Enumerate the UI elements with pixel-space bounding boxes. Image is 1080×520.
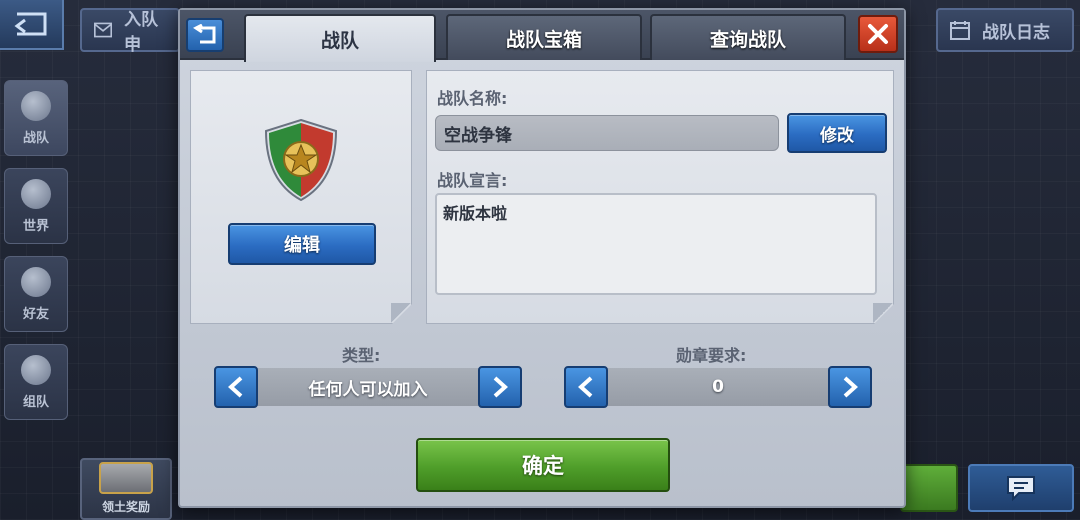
team-name-value: 空战争锋 bbox=[444, 125, 512, 146]
shield-icon bbox=[21, 90, 51, 121]
territory-reward-label: 领土奖励 bbox=[101, 500, 150, 514]
side-nav-team[interactable]: 战队 bbox=[4, 80, 68, 156]
type-prev-button[interactable] bbox=[214, 366, 258, 408]
medal-prev-button[interactable] bbox=[564, 366, 608, 408]
confirm-label: 确定 bbox=[522, 454, 564, 478]
tab-team-chest[interactable]: 战队宝箱 bbox=[446, 14, 642, 60]
team-info-panel: 战队名称: 空战争锋 修改 战队宣言: 新版本啦 bbox=[426, 70, 894, 324]
side-nav-label: 好友 bbox=[22, 306, 49, 322]
side-nav-label: 组队 bbox=[22, 394, 49, 410]
tab-team[interactable]: 战队 bbox=[244, 14, 436, 62]
chest-icon bbox=[99, 462, 153, 494]
type-label: 类型: bbox=[342, 346, 381, 365]
type-value: 任何人可以加入 bbox=[308, 379, 428, 400]
chat-icon bbox=[1007, 476, 1035, 502]
friends-icon bbox=[21, 266, 51, 297]
dialog-back-button[interactable] bbox=[186, 18, 224, 52]
edit-emblem-button[interactable]: 编辑 bbox=[228, 223, 376, 265]
chevron-left-icon bbox=[228, 376, 243, 398]
team-name-field: 空战争锋 bbox=[435, 115, 779, 151]
join-requests-button[interactable]: 入队申 bbox=[80, 8, 180, 55]
team-name-label: 战队名称: bbox=[437, 89, 508, 108]
tab-search-team[interactable]: 查询战队 bbox=[650, 14, 846, 60]
calendar-icon bbox=[950, 21, 970, 40]
panel-fold bbox=[391, 303, 411, 323]
dialog-tab-bar: 战队 战队宝箱 查询战队 bbox=[180, 10, 904, 62]
territory-reward-button[interactable]: 领土奖励 bbox=[80, 458, 172, 520]
medal-label: 勋章要求: bbox=[676, 346, 747, 365]
chevron-right-icon bbox=[843, 376, 858, 398]
side-nav-squad[interactable]: 组队 bbox=[4, 344, 68, 420]
team-declaration-label: 战队宣言: bbox=[437, 171, 508, 190]
modify-name-button[interactable]: 修改 bbox=[787, 113, 887, 153]
join-requests-label: 入队申 bbox=[124, 10, 159, 55]
emoji-button[interactable] bbox=[900, 464, 958, 512]
envelope-icon bbox=[94, 22, 113, 38]
plane-icon bbox=[21, 354, 51, 385]
edit-label: 编辑 bbox=[284, 235, 320, 256]
emblem-panel: 编辑 bbox=[190, 70, 412, 324]
type-value-track: 任何人可以加入 bbox=[254, 368, 482, 406]
star-shield-emblem bbox=[265, 119, 337, 201]
team-log-label: 战队日志 bbox=[982, 22, 1050, 43]
tab-label: 查询战队 bbox=[709, 28, 786, 51]
back-arrow-icon bbox=[193, 24, 216, 44]
modify-label: 修改 bbox=[820, 125, 854, 146]
side-nav-label: 战队 bbox=[22, 130, 49, 146]
type-next-button[interactable] bbox=[478, 366, 522, 408]
team-log-button[interactable]: 战队日志 bbox=[936, 8, 1074, 52]
close-button[interactable] bbox=[858, 15, 898, 53]
medal-value-track: 0 bbox=[604, 368, 832, 406]
chevron-right-icon bbox=[493, 376, 508, 398]
globe-icon bbox=[21, 178, 51, 209]
medal-selector: 0 bbox=[564, 366, 872, 408]
main-back-button[interactable] bbox=[0, 0, 64, 50]
medal-next-button[interactable] bbox=[828, 366, 872, 408]
type-selector: 任何人可以加入 bbox=[214, 366, 522, 408]
back-arrow-icon bbox=[14, 12, 47, 36]
confirm-button[interactable]: 确定 bbox=[416, 438, 670, 492]
team-dialog: 战队 战队宝箱 查询战队 编辑 战队名称: 空战争锋 修改 战队宣言: 新版本啦… bbox=[178, 8, 906, 508]
chat-button[interactable] bbox=[968, 464, 1074, 512]
chevron-left-icon bbox=[578, 376, 593, 398]
tab-label: 战队 bbox=[320, 29, 359, 52]
panel-fold bbox=[873, 303, 893, 323]
side-nav-friends[interactable]: 好友 bbox=[4, 256, 68, 332]
team-declaration-value: 新版本啦 bbox=[443, 204, 508, 223]
medal-value: 0 bbox=[712, 377, 724, 397]
team-declaration-field[interactable]: 新版本啦 bbox=[435, 193, 877, 295]
close-icon bbox=[868, 24, 888, 44]
tab-label: 战队宝箱 bbox=[505, 28, 582, 51]
side-nav-label: 世界 bbox=[22, 218, 49, 234]
side-nav-world[interactable]: 世界 bbox=[4, 168, 68, 244]
